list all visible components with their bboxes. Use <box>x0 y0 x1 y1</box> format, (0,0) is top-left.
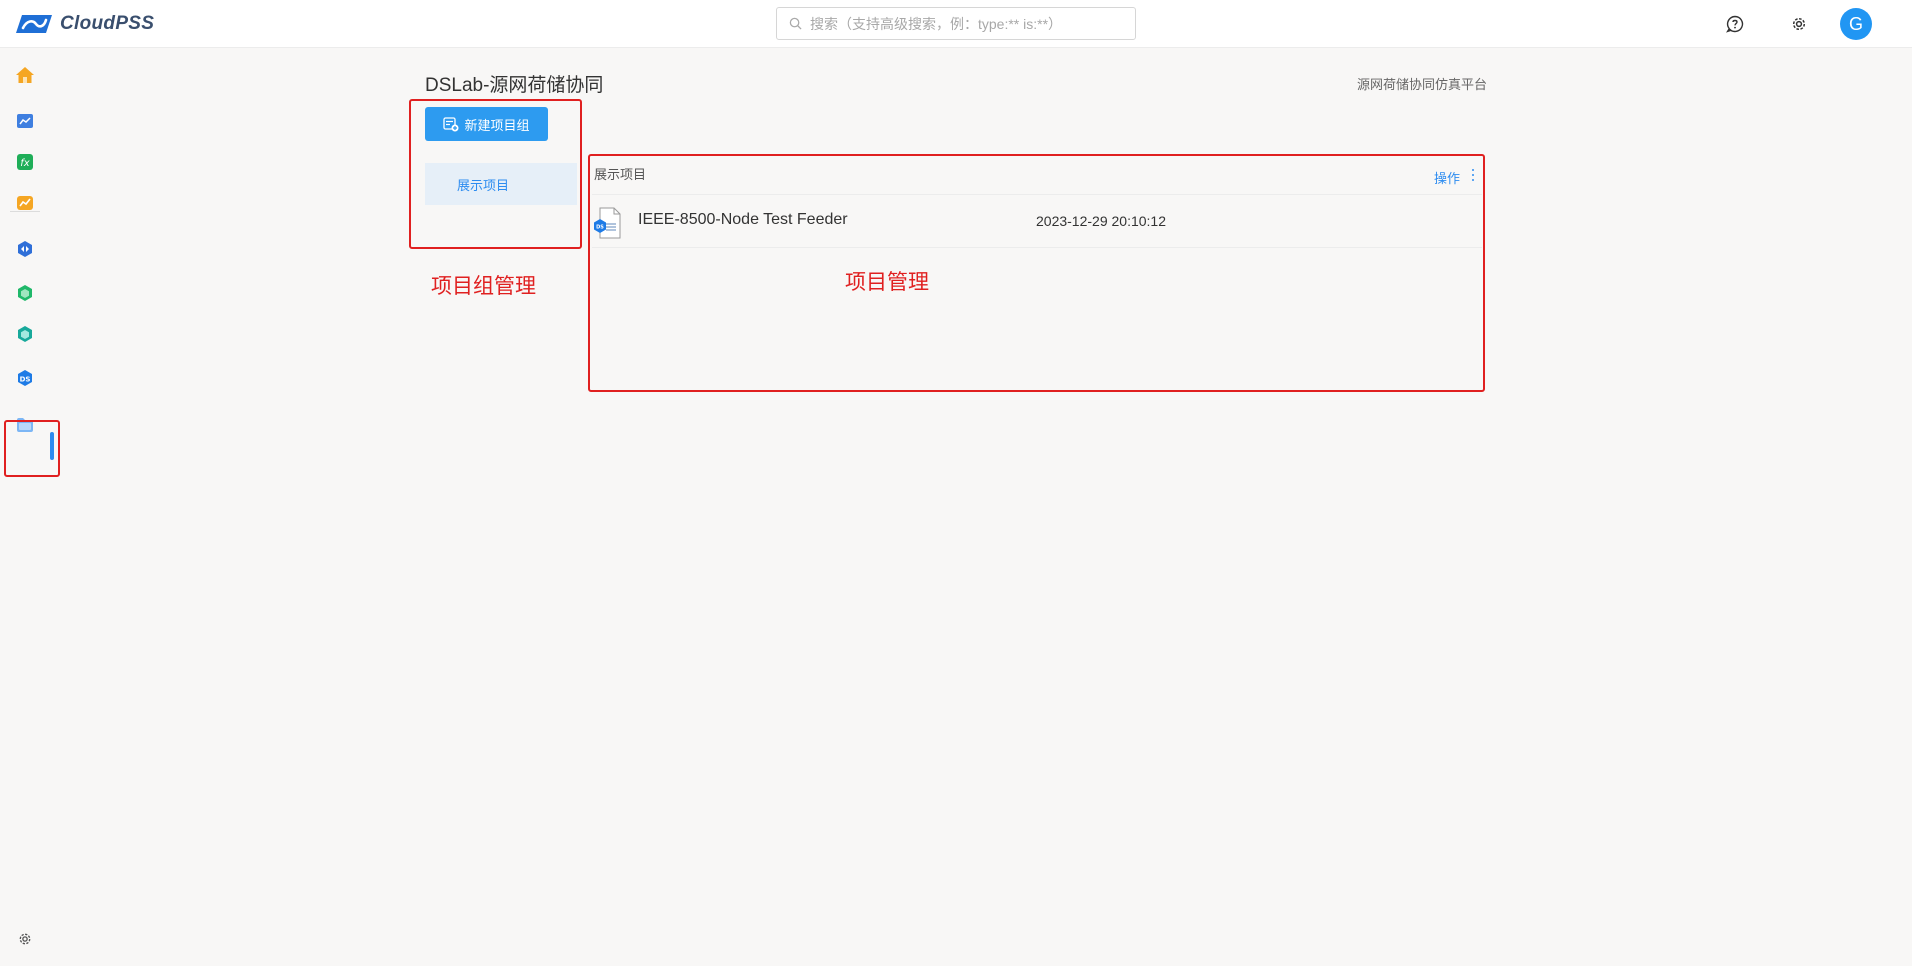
add-group-icon <box>443 116 459 131</box>
simulation-icon <box>18 241 32 257</box>
user-avatar[interactable]: G <box>1840 8 1872 40</box>
search-icon <box>789 17 802 30</box>
annotation-group-management: 项目组管理 <box>431 275 536 298</box>
sidebar-divider <box>10 211 40 212</box>
page-title: DSLab-源网荷储协同 <box>425 75 604 96</box>
project-file-icon: DS <box>594 207 621 239</box>
sidebar-item-simulation[interactable] <box>11 235 39 263</box>
project-panel: 展示项目 操作 DS IEEE-8500-Node Test Feeder 20… <box>592 158 1482 248</box>
table-row[interactable]: DS IEEE-8500-Node Test Feeder 2023-12-29… <box>592 195 1482 248</box>
function-icon: fx <box>17 154 33 170</box>
project-name: IEEE-8500-Node Test Feeder <box>638 211 848 228</box>
home-icon <box>16 67 34 83</box>
sidebar-item-green-module[interactable] <box>11 279 39 307</box>
svg-text:DS: DS <box>596 225 604 231</box>
more-options-icon[interactable] <box>1468 167 1478 183</box>
help-button[interactable] <box>1724 13 1746 35</box>
platform-label: 源网荷储协同仿真平台 <box>1356 77 1487 92</box>
svg-text:DS: DS <box>20 376 31 384</box>
gear-icon <box>1792 17 1806 31</box>
trend-icon <box>17 196 33 210</box>
settings-button[interactable] <box>1788 13 1810 35</box>
project-panel-header: 展示项目 操作 <box>592 158 1482 195</box>
cloudpss-logo-icon <box>16 15 52 33</box>
hexagon-teal-icon <box>18 326 32 342</box>
annotation-project-management: 项目管理 <box>845 271 929 294</box>
hexagon-green-icon <box>18 285 32 301</box>
search-box[interactable] <box>776 7 1136 40</box>
app-logo[interactable]: CloudPSS <box>14 12 154 36</box>
new-project-group-button[interactable]: 新建项目组 <box>425 107 548 141</box>
svg-text:fx: fx <box>20 158 30 169</box>
project-panel-title: 展示项目 <box>594 167 647 182</box>
new-project-group-label: 新建项目组 <box>464 117 530 133</box>
chart-window-icon <box>17 114 33 128</box>
sidebar-item-home[interactable] <box>11 61 39 89</box>
dslab-icon: DS <box>18 370 32 386</box>
sidebar-item-trend[interactable] <box>11 189 39 217</box>
sidebar-rail: fx DS <box>0 48 50 966</box>
gear-icon <box>19 933 31 945</box>
app-logo-text: CloudPSS <box>60 13 155 34</box>
sidebar-settings[interactable] <box>11 925 39 953</box>
top-bar: CloudPSS G <box>0 0 1912 48</box>
sidebar-item-teal-module[interactable] <box>11 320 39 348</box>
sidebar-item-function[interactable]: fx <box>11 148 39 176</box>
help-icon <box>1726 15 1744 33</box>
group-item-showcase[interactable]: 展示项目 <box>425 163 577 205</box>
sidebar-item-dslab[interactable]: DS <box>11 364 39 392</box>
project-date: 2023-12-29 20:10:12 <box>1036 213 1166 229</box>
sidebar-item-dashboard[interactable] <box>11 107 39 135</box>
annotation-box-sidebar-dslab <box>4 420 60 477</box>
search-input[interactable] <box>808 14 1132 33</box>
group-item-label: 展示项目 <box>457 177 510 193</box>
actions-button[interactable]: 操作 <box>1434 168 1460 187</box>
